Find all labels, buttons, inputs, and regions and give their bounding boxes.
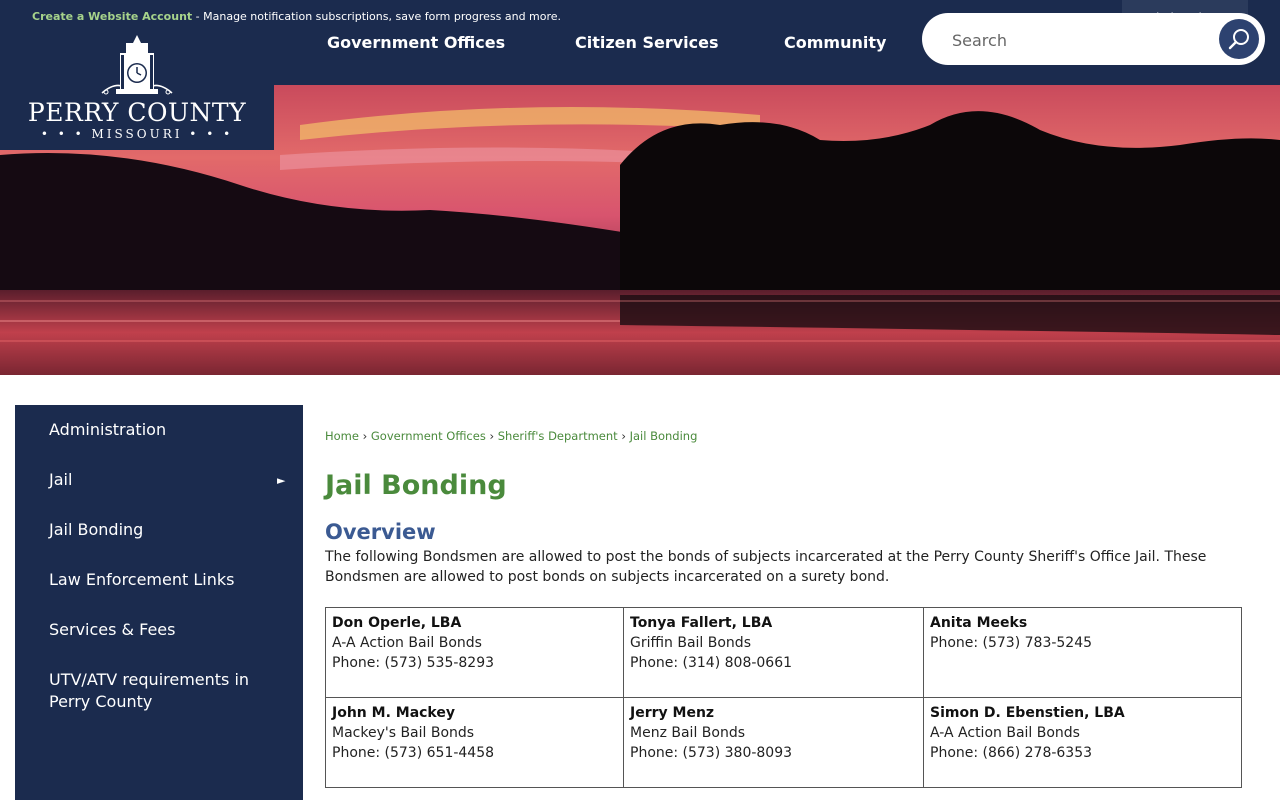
table-row: Don Operle, LBA A-A Action Bail Bonds Ph…: [325, 607, 1242, 698]
account-promo: Create a Website Account - Manage notifi…: [32, 10, 561, 23]
create-account-link[interactable]: Create a Website Account: [32, 10, 192, 23]
breadcrumb-jail-bonding[interactable]: Jail Bonding: [630, 429, 698, 443]
breadcrumb-sheriffs-department[interactable]: Sheriff's Department: [498, 429, 618, 443]
bondsman-cell: John M. Mackey Mackey's Bail Bonds Phone…: [325, 697, 624, 788]
nav-community[interactable]: Community: [784, 33, 886, 52]
bondsman-phone: Phone: (573) 380-8093: [630, 745, 793, 761]
sidebar-item-law-enforcement-links[interactable]: Law Enforcement Links: [49, 569, 234, 591]
sidebar-item-services-fees[interactable]: Services & Fees: [49, 619, 175, 641]
logo-county-name: PERRY COUNTY: [27, 98, 247, 127]
bondsman-phone: Phone: (866) 278-6353: [930, 745, 1093, 761]
bondsman-phone: Phone: (573) 783-5245: [930, 635, 1093, 651]
sidebar-navigation: Administration Jail ► Jail Bonding Law E…: [15, 405, 303, 800]
bondsman-phone: Phone: (573) 651-4458: [332, 745, 495, 761]
section-title: Overview: [325, 520, 436, 544]
breadcrumb-separator: ›: [621, 429, 626, 443]
nav-citizen-services[interactable]: Citizen Services: [575, 33, 719, 52]
bondsman-cell: Tonya Fallert, LBA Griffin Bail Bonds Ph…: [623, 607, 924, 698]
bondsman-company: A-A Action Bail Bonds: [332, 635, 482, 651]
bondsman-phone: Phone: (314) 808-0661: [630, 655, 793, 671]
bondsman-name: Jerry Menz: [630, 705, 715, 721]
bondsman-name: Simon D. Ebenstien, LBA: [930, 705, 1125, 721]
bondsman-cell: Don Operle, LBA A-A Action Bail Bonds Ph…: [325, 607, 624, 698]
bondsman-cell: Simon D. Ebenstien, LBA A-A Action Bail …: [923, 697, 1242, 788]
bondsman-name: Don Operle, LBA: [332, 615, 462, 631]
sidebar-item-jail[interactable]: Jail: [49, 469, 72, 491]
table-row: John M. Mackey Mackey's Bail Bonds Phone…: [325, 697, 1242, 788]
sidebar-item-utv-atv-requirements[interactable]: UTV/ATV requirements in Perry County: [49, 669, 269, 713]
intro-paragraph: The following Bondsmen are allowed to po…: [325, 549, 1207, 585]
bondsman-cell: Jerry Menz Menz Bail Bonds Phone: (573) …: [623, 697, 924, 788]
breadcrumb-separator: ›: [362, 429, 368, 443]
bondsman-name: Tonya Fallert, LBA: [630, 615, 773, 631]
bondsman-company: Griffin Bail Bonds: [630, 635, 751, 651]
search-input[interactable]: [950, 27, 1204, 53]
perry-county-logo[interactable]: PERRY COUNTY • • • MISSOURI • • •: [0, 35, 274, 150]
search-button[interactable]: [1219, 19, 1259, 59]
bondsman-company: A-A Action Bail Bonds: [930, 725, 1080, 741]
search-icon: [1228, 29, 1249, 50]
promo-text: - Manage notification subscriptions, sav…: [192, 10, 562, 23]
breadcrumb: Home › Government Offices › Sheriff's De…: [325, 429, 697, 443]
bondsman-company: Menz Bail Bonds: [630, 725, 746, 741]
page-title: Jail Bonding: [325, 470, 507, 501]
logo-state-name: • • • MISSOURI • • •: [40, 127, 234, 141]
breadcrumb-government-offices[interactable]: Government Offices: [371, 429, 486, 443]
sidebar-item-jail-bonding[interactable]: Jail Bonding: [49, 519, 143, 541]
search-box: [922, 13, 1265, 65]
breadcrumb-home[interactable]: Home: [325, 429, 359, 443]
bondsman-name: John M. Mackey: [332, 705, 455, 721]
sidebar-item-administration[interactable]: Administration: [49, 419, 166, 441]
nav-government-offices[interactable]: Government Offices: [327, 33, 505, 52]
bondsman-company: Mackey's Bail Bonds: [332, 725, 475, 741]
courthouse-tower-icon: [101, 35, 173, 95]
expand-arrow-icon[interactable]: ►: [277, 474, 285, 487]
breadcrumb-separator: ›: [489, 429, 495, 443]
bondsman-phone: Phone: (573) 535-8293: [332, 655, 495, 671]
bondsman-cell: Anita Meeks Phone: (573) 783-5245: [923, 607, 1242, 698]
bondsman-name: Anita Meeks: [930, 615, 1028, 631]
bondsmen-table: Don Operle, LBA A-A Action Bail Bonds Ph…: [325, 607, 1242, 788]
